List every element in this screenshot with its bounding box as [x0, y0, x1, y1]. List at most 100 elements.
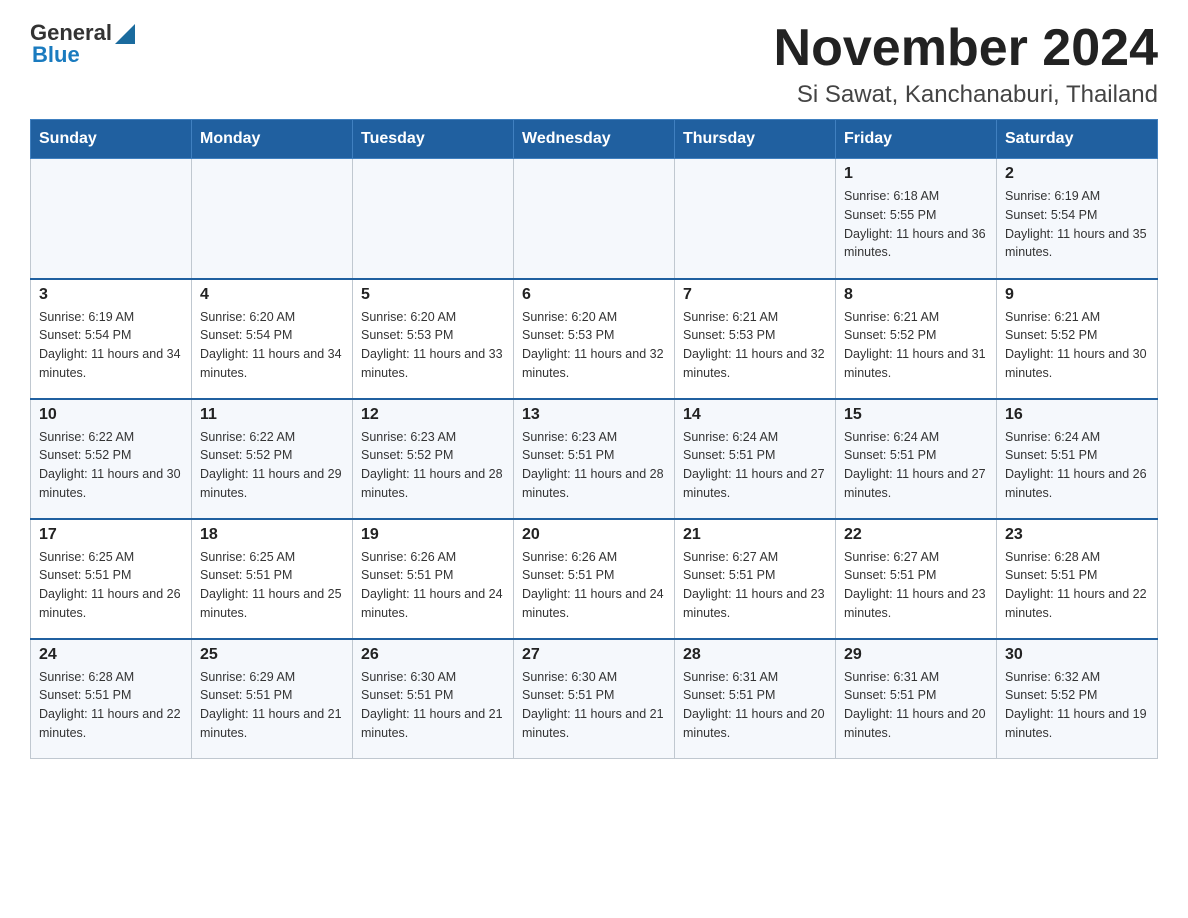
calendar-cell: 29 Sunrise: 6:31 AMSunset: 5:51 PMDayligh…: [836, 639, 997, 759]
day-info: Sunrise: 6:30 AMSunset: 5:51 PMDaylight:…: [522, 668, 666, 743]
day-number: 10: [39, 406, 183, 424]
day-number: 21: [683, 526, 827, 544]
day-number: 11: [200, 406, 344, 424]
day-number: 23: [1005, 526, 1149, 544]
calendar-cell: 17 Sunrise: 6:25 AMSunset: 5:51 PMDayligh…: [31, 519, 192, 639]
day-info: Sunrise: 6:31 AMSunset: 5:51 PMDaylight:…: [683, 668, 827, 743]
calendar-cell: 14 Sunrise: 6:24 AMSunset: 5:51 PMDayligh…: [675, 399, 836, 519]
calendar-cell: 28 Sunrise: 6:31 AMSunset: 5:51 PMDayligh…: [675, 639, 836, 759]
calendar-week-row: 10 Sunrise: 6:22 AMSunset: 5:52 PMDayligh…: [31, 399, 1158, 519]
day-info: Sunrise: 6:18 AMSunset: 5:55 PMDaylight:…: [844, 187, 988, 262]
calendar-cell: [675, 159, 836, 279]
column-header-saturday: Saturday: [997, 120, 1158, 159]
day-number: 2: [1005, 165, 1149, 183]
day-number: 18: [200, 526, 344, 544]
logo-blue-text: Blue: [32, 42, 80, 68]
day-number: 19: [361, 526, 505, 544]
day-info: Sunrise: 6:25 AMSunset: 5:51 PMDaylight:…: [39, 548, 183, 623]
day-number: 15: [844, 406, 988, 424]
day-number: 25: [200, 646, 344, 664]
day-number: 13: [522, 406, 666, 424]
calendar-header-row: SundayMondayTuesdayWednesdayThursdayFrid…: [31, 120, 1158, 159]
day-number: 24: [39, 646, 183, 664]
day-number: 9: [1005, 286, 1149, 304]
day-info: Sunrise: 6:21 AMSunset: 5:52 PMDaylight:…: [844, 308, 988, 383]
calendar-table: SundayMondayTuesdayWednesdayThursdayFrid…: [30, 119, 1158, 759]
day-info: Sunrise: 6:26 AMSunset: 5:51 PMDaylight:…: [522, 548, 666, 623]
column-header-wednesday: Wednesday: [514, 120, 675, 159]
calendar-cell: [353, 159, 514, 279]
day-info: Sunrise: 6:29 AMSunset: 5:51 PMDaylight:…: [200, 668, 344, 743]
calendar-cell: 9 Sunrise: 6:21 AMSunset: 5:52 PMDaylight…: [997, 279, 1158, 399]
day-info: Sunrise: 6:24 AMSunset: 5:51 PMDaylight:…: [844, 428, 988, 503]
calendar-cell: 7 Sunrise: 6:21 AMSunset: 5:53 PMDaylight…: [675, 279, 836, 399]
day-info: Sunrise: 6:20 AMSunset: 5:53 PMDaylight:…: [522, 308, 666, 383]
day-number: 20: [522, 526, 666, 544]
day-info: Sunrise: 6:24 AMSunset: 5:51 PMDaylight:…: [683, 428, 827, 503]
calendar-week-row: 3Sunrise: 6:19 AMSunset: 5:54 PMDaylight…: [31, 279, 1158, 399]
calendar-cell: 3Sunrise: 6:19 AMSunset: 5:54 PMDaylight…: [31, 279, 192, 399]
day-info: Sunrise: 6:22 AMSunset: 5:52 PMDaylight:…: [39, 428, 183, 503]
calendar-cell: 23Sunrise: 6:28 AMSunset: 5:51 PMDayligh…: [997, 519, 1158, 639]
day-number: 5: [361, 286, 505, 304]
calendar-week-row: 24 Sunrise: 6:28 AMSunset: 5:51 PMDayligh…: [31, 639, 1158, 759]
day-number: 12: [361, 406, 505, 424]
calendar-cell: [514, 159, 675, 279]
day-info: Sunrise: 6:20 AMSunset: 5:54 PMDaylight:…: [200, 308, 344, 383]
day-info: Sunrise: 6:19 AMSunset: 5:54 PMDaylight:…: [1005, 187, 1149, 262]
calendar-cell: 4 Sunrise: 6:20 AMSunset: 5:54 PMDaylight…: [192, 279, 353, 399]
calendar-cell: 30Sunrise: 6:32 AMSunset: 5:52 PMDayligh…: [997, 639, 1158, 759]
calendar-cell: 1 Sunrise: 6:18 AMSunset: 5:55 PMDaylight…: [836, 159, 997, 279]
day-number: 14: [683, 406, 827, 424]
calendar-cell: 11 Sunrise: 6:22 AMSunset: 5:52 PMDayligh…: [192, 399, 353, 519]
calendar-cell: 6Sunrise: 6:20 AMSunset: 5:53 PMDaylight…: [514, 279, 675, 399]
day-info: Sunrise: 6:24 AMSunset: 5:51 PMDaylight:…: [1005, 428, 1149, 503]
calendar-cell: 25 Sunrise: 6:29 AMSunset: 5:51 PMDayligh…: [192, 639, 353, 759]
day-number: 29: [844, 646, 988, 664]
page-header: General Blue November 2024 Si Sawat, Kan…: [30, 20, 1158, 109]
day-info: Sunrise: 6:19 AMSunset: 5:54 PMDaylight:…: [39, 308, 183, 383]
day-number: 1: [844, 165, 988, 183]
day-info: Sunrise: 6:27 AMSunset: 5:51 PMDaylight:…: [683, 548, 827, 623]
calendar-cell: 27 Sunrise: 6:30 AMSunset: 5:51 PMDayligh…: [514, 639, 675, 759]
calendar-cell: 13 Sunrise: 6:23 AMSunset: 5:51 PMDayligh…: [514, 399, 675, 519]
day-info: Sunrise: 6:20 AMSunset: 5:53 PMDaylight:…: [361, 308, 505, 383]
day-info: Sunrise: 6:21 AMSunset: 5:52 PMDaylight:…: [1005, 308, 1149, 383]
day-info: Sunrise: 6:31 AMSunset: 5:51 PMDaylight:…: [844, 668, 988, 743]
day-number: 16: [1005, 406, 1149, 424]
calendar-cell: 20 Sunrise: 6:26 AMSunset: 5:51 PMDayligh…: [514, 519, 675, 639]
day-number: 30: [1005, 646, 1149, 664]
column-header-thursday: Thursday: [675, 120, 836, 159]
calendar-cell: 26 Sunrise: 6:30 AMSunset: 5:51 PMDayligh…: [353, 639, 514, 759]
day-number: 22: [844, 526, 988, 544]
calendar-cell: 19Sunrise: 6:26 AMSunset: 5:51 PMDayligh…: [353, 519, 514, 639]
calendar-cell: 10 Sunrise: 6:22 AMSunset: 5:52 PMDayligh…: [31, 399, 192, 519]
calendar-cell: [192, 159, 353, 279]
month-title: November 2024: [774, 20, 1158, 77]
calendar-week-row: 1 Sunrise: 6:18 AMSunset: 5:55 PMDaylight…: [31, 159, 1158, 279]
day-info: Sunrise: 6:23 AMSunset: 5:51 PMDaylight:…: [522, 428, 666, 503]
day-number: 8: [844, 286, 988, 304]
calendar-cell: 5 Sunrise: 6:20 AMSunset: 5:53 PMDaylight…: [353, 279, 514, 399]
day-info: Sunrise: 6:21 AMSunset: 5:53 PMDaylight:…: [683, 308, 827, 383]
calendar-cell: 24 Sunrise: 6:28 AMSunset: 5:51 PMDayligh…: [31, 639, 192, 759]
day-number: 7: [683, 286, 827, 304]
day-info: Sunrise: 6:22 AMSunset: 5:52 PMDaylight:…: [200, 428, 344, 503]
calendar-cell: 16 Sunrise: 6:24 AMSunset: 5:51 PMDayligh…: [997, 399, 1158, 519]
day-number: 27: [522, 646, 666, 664]
day-info: Sunrise: 6:30 AMSunset: 5:51 PMDaylight:…: [361, 668, 505, 743]
column-header-monday: Monday: [192, 120, 353, 159]
day-number: 17: [39, 526, 183, 544]
calendar-cell: 8 Sunrise: 6:21 AMSunset: 5:52 PMDaylight…: [836, 279, 997, 399]
day-number: 4: [200, 286, 344, 304]
day-number: 28: [683, 646, 827, 664]
calendar-cell: 18 Sunrise: 6:25 AMSunset: 5:51 PMDayligh…: [192, 519, 353, 639]
column-header-tuesday: Tuesday: [353, 120, 514, 159]
day-info: Sunrise: 6:28 AMSunset: 5:51 PMDaylight:…: [39, 668, 183, 743]
day-number: 26: [361, 646, 505, 664]
calendar-cell: 15 Sunrise: 6:24 AMSunset: 5:51 PMDayligh…: [836, 399, 997, 519]
day-info: Sunrise: 6:23 AMSunset: 5:52 PMDaylight:…: [361, 428, 505, 503]
day-info: Sunrise: 6:25 AMSunset: 5:51 PMDaylight:…: [200, 548, 344, 623]
calendar-cell: 21 Sunrise: 6:27 AMSunset: 5:51 PMDayligh…: [675, 519, 836, 639]
title-area: November 2024 Si Sawat, Kanchanaburi, Th…: [774, 20, 1158, 109]
